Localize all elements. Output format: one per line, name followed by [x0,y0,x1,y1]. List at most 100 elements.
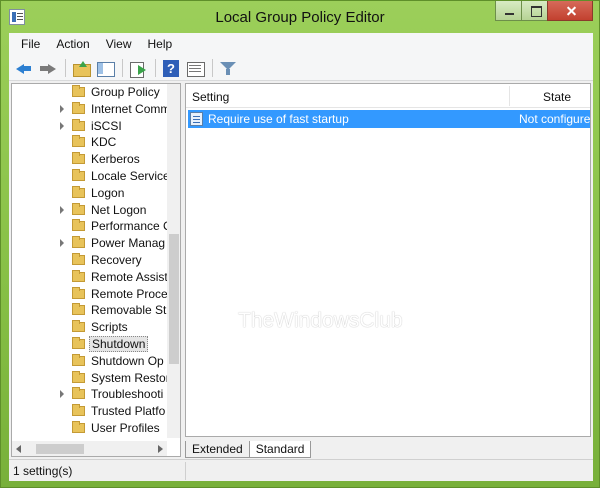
tree-item-label: System Restor [91,370,167,385]
tree-item-label: Logon [91,185,125,200]
watermark-text: TheWindowsClub [238,309,403,332]
expand-arrow-icon[interactable] [60,239,64,248]
properties-icon[interactable] [184,58,206,78]
folder-icon [72,135,85,148]
scroll-thumb[interactable] [36,444,84,454]
filter-icon[interactable] [217,58,239,78]
help-icon[interactable] [160,58,182,78]
scroll-left-icon[interactable] [16,445,21,453]
tree-item[interactable]: Kerberos [12,151,167,168]
tree-item-label: Power Manag [91,236,166,251]
tree-item[interactable]: User Profiles [12,420,167,437]
tree-item-label: Remote Assist [91,269,167,284]
tree-item-label: Trusted Platfo [91,404,166,419]
title-bar[interactable]: Local Group Policy Editor [1,1,599,33]
tree-horizontal-scrollbar[interactable] [12,441,167,456]
up-folder-icon[interactable] [70,58,92,78]
export-list-icon[interactable] [127,58,149,78]
tree-item[interactable]: Logon [12,185,167,202]
tree-item-label: Locale Service [91,168,167,183]
tree-vertical-scrollbar[interactable] [167,84,180,438]
tree-item[interactable]: Trusted Platfo [12,403,167,420]
tree-item-label: Scripts [91,320,128,335]
folder-icon [72,168,85,181]
tree-item-label: User Profiles [91,420,160,435]
tab-extended[interactable]: Extended [185,441,250,458]
tree-item-label: Performance C [91,219,167,234]
tab-standard[interactable]: Standard [248,441,312,458]
tree-item-label: Group Policy [91,85,160,99]
status-divider [185,462,186,480]
table-row[interactable]: Require use of fast startup Not configur… [188,110,590,128]
tree-item[interactable]: iSCSI [12,118,167,135]
folder-icon [72,185,85,198]
tree-item[interactable]: Recovery [12,252,167,269]
folder-icon [72,387,85,400]
tree-item-label: Shutdown Op [91,353,164,368]
folder-icon [72,236,85,249]
view-tabs: Extended Standard [185,441,591,459]
menu-bar: File Action View Help [9,33,593,55]
folder-icon [72,219,85,232]
tree-item[interactable]: Shutdown [12,335,167,353]
tree-item-label: Recovery [91,252,142,267]
expand-arrow-icon[interactable] [60,104,64,113]
maximize-button[interactable] [521,1,548,21]
tree-item-label: iSCSI [91,118,122,133]
tree-item[interactable]: Group Policy [12,84,167,101]
expand-arrow-icon[interactable] [60,390,64,399]
status-bar: 1 setting(s) [9,459,593,481]
toolbar [9,55,593,81]
menu-action[interactable]: Action [48,37,97,51]
tree-item[interactable]: Remote Assist [12,269,167,286]
settings-pane: Setting State Require use of fast startu… [185,83,591,437]
folder-icon [72,202,85,215]
column-divider[interactable] [509,86,510,106]
tree-item-label: Internet Comm [91,101,167,116]
scroll-thumb[interactable] [169,234,179,364]
folder-icon [72,420,85,433]
folder-icon [72,404,85,417]
folder-icon [72,269,85,282]
tree-item[interactable]: Locale Service [12,168,167,185]
folder-icon [72,336,85,349]
folder-icon [72,101,85,114]
minimize-button[interactable] [495,1,522,21]
tree-item[interactable]: Remote Proce [12,286,167,303]
folder-icon [72,152,85,165]
expand-arrow-icon[interactable] [60,121,64,130]
tree-item[interactable]: KDC [12,134,167,151]
tree-item-label: Net Logon [91,202,147,217]
back-arrow-icon[interactable] [13,58,35,78]
tree-item[interactable]: Scripts [12,319,167,336]
app-window: Local Group Policy Editor File Action Vi… [0,0,600,488]
forward-arrow-icon[interactable] [37,58,59,78]
watermark: TheWindowsClub [217,309,403,333]
folder-icon [72,252,85,265]
tree-item[interactable]: Troubleshooti [12,386,167,403]
tree-item-label: KDC [91,135,117,150]
tree-item[interactable]: Shutdown Op [12,353,167,370]
tree-pane: Group Policy Internet Comm iSCSI KDC Kerbero… [11,83,181,457]
folder-icon [72,118,85,131]
tree-item[interactable]: System Restor [12,370,167,387]
tree-item[interactable]: Performance C [12,218,167,235]
menu-file[interactable]: File [13,37,48,51]
content-area: Group Policy Internet Comm iSCSI KDC Kerbero… [9,81,593,459]
tree-item[interactable]: Power Manag [12,235,167,252]
scroll-right-icon[interactable] [158,445,163,453]
toolbar-separator [122,58,123,77]
close-button[interactable] [547,1,593,21]
tree-item[interactable]: Net Logon [12,202,167,219]
tree-item-label: Shutdown [89,335,149,352]
menu-help[interactable]: Help [140,37,181,51]
menu-view[interactable]: View [98,37,140,51]
column-state[interactable]: State [543,90,571,104]
tree-item[interactable]: Internet Comm [12,101,167,118]
expand-arrow-icon[interactable] [60,205,64,214]
show-hide-tree-icon[interactable] [94,58,116,78]
column-setting[interactable]: Setting [192,90,229,104]
tree-list: Group Policy Internet Comm iSCSI KDC Kerbero… [12,84,167,438]
tree-item-label: Troubleshooti [91,387,164,402]
tree-item[interactable]: Removable St [12,302,167,319]
